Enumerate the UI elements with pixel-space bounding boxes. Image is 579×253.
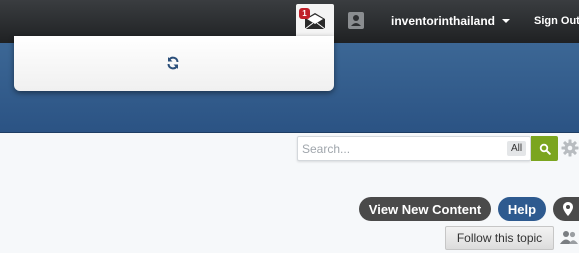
people-icon[interactable] [560, 230, 578, 244]
user-menu[interactable]: inventorinthailand [391, 14, 511, 28]
map-button[interactable] [553, 197, 579, 221]
follow-topic-button[interactable]: Follow this topic [445, 226, 554, 250]
search-input[interactable] [302, 139, 492, 158]
view-new-content-button[interactable]: View New Content [359, 197, 491, 221]
inbox-dropdown-panel [14, 36, 334, 91]
search-box: All [297, 136, 531, 161]
search-button[interactable] [531, 136, 558, 161]
search-icon [539, 143, 551, 155]
inbox-notification-button[interactable]: 1 [296, 4, 334, 38]
user-badge-icon[interactable] [348, 12, 364, 29]
help-button[interactable]: Help [498, 197, 546, 221]
gear-icon[interactable] [561, 139, 579, 157]
username-label: inventorinthailand [391, 14, 496, 28]
caret-down-icon [502, 19, 511, 23]
sign-out-link[interactable]: Sign Out [534, 15, 579, 27]
search-scope-selector[interactable]: All [507, 141, 527, 156]
map-marker-icon [563, 202, 573, 216]
notification-count-badge: 1 [299, 8, 310, 19]
refresh-icon [167, 56, 179, 70]
